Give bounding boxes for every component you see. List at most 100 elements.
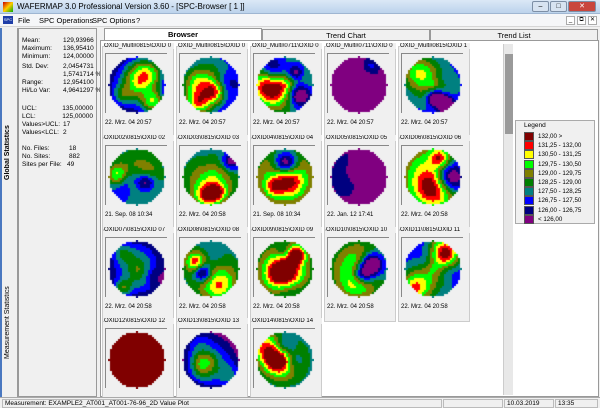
- wafer-thumbnail[interactable]: OXID_Multi\0815\OXID 0 22. Mrz. 04 20:57: [176, 43, 248, 138]
- stat-label: Values>UCL:: [22, 121, 60, 128]
- mdi-close-button[interactable]: ✕: [588, 16, 597, 25]
- wafer-date: 21. Sep. 08 10:34: [105, 212, 153, 218]
- wafer-date: 22. Mrz. 04 20:58: [105, 304, 152, 310]
- wafer-thumbnail[interactable]: OXID09\0815\OXID 09 22. Mrz. 04 20:58: [250, 227, 322, 322]
- wafer-thumbnail[interactable]: OXID14\0815\OXID 14: [250, 318, 322, 401]
- stat-label: UCL:: [22, 105, 37, 112]
- wafer-thumbnail[interactable]: OXID13\0815\OXID 13: [176, 318, 248, 401]
- wafer-label: OXID05\0815\OXID 05: [326, 135, 396, 141]
- wafer-date: 22. Mrz. 04 20:57: [401, 120, 448, 126]
- spc-logo-icon[interactable]: SPC: [3, 16, 13, 24]
- wafer-date: 22. Mrz. 04 20:58: [253, 304, 300, 310]
- wafer-map[interactable]: [105, 53, 167, 114]
- tab-global-statistics[interactable]: Global Statistics: [4, 98, 18, 208]
- legend-item: 129,75 - 130,50: [524, 159, 582, 169]
- wafer-map[interactable]: [401, 53, 463, 114]
- wafer-map[interactable]: [105, 328, 167, 389]
- wafer-map[interactable]: [105, 237, 167, 298]
- wafer-thumbnail[interactable]: OXID06\0815\OXID 06 22. Mrz. 04 20:58: [398, 135, 470, 230]
- stat-value: 2,0454731: [63, 63, 94, 70]
- wafer-map[interactable]: [179, 145, 241, 206]
- wafer-map[interactable]: [105, 145, 167, 206]
- scrollbar-thumb[interactable]: [505, 54, 513, 134]
- stat-value: 125,00000: [62, 113, 93, 120]
- wafer-thumbnail[interactable]: OXID_Multi\0815\OXID 0 22. Mrz. 04 20:57: [102, 43, 174, 138]
- wafer-map[interactable]: [253, 237, 315, 298]
- wafer-date: 22. Mrz. 04 20:58: [179, 304, 226, 310]
- legend-label: 128,25 - 129,00: [538, 179, 582, 186]
- stat-label: No. Sites:: [22, 153, 51, 160]
- wafer-thumbnail[interactable]: OXID12\0815\OXID 12: [102, 318, 174, 401]
- stat-label: Hi/Lo Var:: [22, 87, 51, 94]
- stat-value: 17: [63, 121, 71, 128]
- stat-label: No. Files:: [22, 145, 50, 152]
- status-bar: Measurement: EXAMPLE2_AT001_AT001-76-96_…: [0, 397, 600, 408]
- wafer-label: OXID09\0815\OXID 09: [252, 227, 322, 233]
- wafer-thumbnail[interactable]: OXID_Multi\0711\OXID 0 22. Mrz. 04 20:57: [250, 43, 322, 138]
- vertical-scrollbar[interactable]: [503, 44, 513, 395]
- legend-label: 129,75 - 130,50: [538, 160, 582, 168]
- wafer-thumbnail[interactable]: OXID_Multi\0711\OXID 0 22. Mrz. 04 20:57: [324, 43, 396, 138]
- legend-item: 126,75 - 127,50: [524, 196, 581, 206]
- status-measurement: Measurement: EXAMPLE2_AT001_AT001-76-96_…: [2, 399, 442, 408]
- wafer-label: OXID02\0815\OXID 02: [104, 135, 174, 141]
- wafer-thumbnail[interactable]: OXID05\0815\OXID 05 22. Jan. 12 17:41: [324, 135, 396, 230]
- stat-value: 129,93966: [63, 37, 94, 44]
- legend-swatch: [524, 187, 534, 197]
- stat-value: 49: [67, 161, 75, 168]
- legend-item: 127,50 - 128,25: [524, 187, 582, 197]
- wafer-label: OXID06\0815\OXID 06: [400, 135, 470, 141]
- wafer-map[interactable]: [253, 145, 315, 206]
- wafer-label: OXID_Multi\0815\OXID 1: [400, 43, 470, 49]
- legend-swatch: [524, 141, 534, 151]
- close-button[interactable]: ✕: [568, 1, 596, 12]
- global-statistics-panel: Mean: 129,93966 Maximum: 136,95410 Minimum: 1…: [18, 28, 101, 397]
- stat-value: 882: [69, 153, 80, 160]
- mdi-minimize-button[interactable]: _: [566, 16, 575, 25]
- wafer-label: OXID10\0815\OXID 10: [326, 227, 396, 233]
- legend-label: 127,50 - 128,25: [538, 188, 582, 196]
- menu-spc-operations[interactable]: SPC Operations: [39, 16, 93, 25]
- tab-measurement-statistics[interactable]: Measurement Statistics: [4, 268, 18, 378]
- wafer-thumbnail[interactable]: OXID_Multi\0815\OXID 1 22. Mrz. 04 20:57: [398, 43, 470, 138]
- wafer-label: OXID03\0815\OXID 03: [178, 135, 248, 141]
- wafer-map[interactable]: [401, 237, 463, 298]
- wafer-label: OXID_Multi\0815\OXID 0: [178, 43, 248, 49]
- wafer-map[interactable]: [401, 145, 463, 206]
- wafer-map[interactable]: [327, 237, 389, 298]
- stat-value: 1,5741714 %: [63, 71, 102, 78]
- wafer-date: 22. Jan. 12 17:41: [327, 212, 374, 218]
- wafer-thumbnail[interactable]: OXID08\0815\OXID 08 22. Mrz. 04 20:58: [176, 227, 248, 322]
- wafer-map[interactable]: [327, 53, 389, 114]
- minimize-button[interactable]: –: [532, 1, 549, 12]
- legend-item: < 126,00: [524, 214, 562, 224]
- legend-item: 132,00 >: [524, 132, 562, 141]
- legend-item: 130,50 - 131,25: [524, 150, 581, 160]
- legend-swatch: [524, 150, 534, 160]
- stat-label: Mean:: [22, 37, 41, 44]
- menu-file[interactable]: File: [18, 16, 30, 25]
- stat-label: Range:: [22, 79, 43, 86]
- wafer-thumbnail[interactable]: OXID04\0815\OXID 04 21. Sep. 08 10:34: [250, 135, 322, 230]
- wafer-map[interactable]: [327, 145, 389, 206]
- menu-bar: SPC File SPC Operations SPC Options ? _ …: [0, 14, 600, 27]
- wafer-label: OXID07\0815\OXID 07: [104, 227, 174, 233]
- wafer-map[interactable]: [253, 53, 315, 114]
- menu-help[interactable]: ?: [136, 16, 140, 25]
- maximize-button[interactable]: □: [550, 1, 567, 12]
- mdi-restore-button[interactable]: ⧉: [577, 16, 586, 25]
- stat-value: 2: [63, 129, 67, 136]
- wafer-date: 21. Sep. 08 10:34: [253, 212, 301, 218]
- wafer-map[interactable]: [253, 328, 315, 389]
- legend-swatch: [524, 214, 534, 224]
- menu-spc-options[interactable]: SPC Options: [92, 16, 135, 25]
- wafer-thumbnail[interactable]: OXID03\0815\OXID 03 22. Mrz. 04 20:58: [176, 135, 248, 230]
- wafer-thumbnail[interactable]: OXID02\0815\OXID 02 21. Sep. 08 10:34: [102, 135, 174, 230]
- status-date: 10.03.2019: [504, 399, 554, 408]
- wafer-thumbnail[interactable]: OXID07\0815\OXID 07 22. Mrz. 04 20:58: [102, 227, 174, 322]
- wafer-map[interactable]: [179, 237, 241, 298]
- wafer-map[interactable]: [179, 328, 241, 389]
- wafer-map[interactable]: [179, 53, 241, 114]
- wafer-thumbnail[interactable]: OXID10\0815\OXID 10 22. Mrz. 04 20:58: [324, 227, 396, 322]
- wafer-thumbnail[interactable]: OXID11\0815\OXID 11 22. Mrz. 04 20:58: [398, 227, 470, 322]
